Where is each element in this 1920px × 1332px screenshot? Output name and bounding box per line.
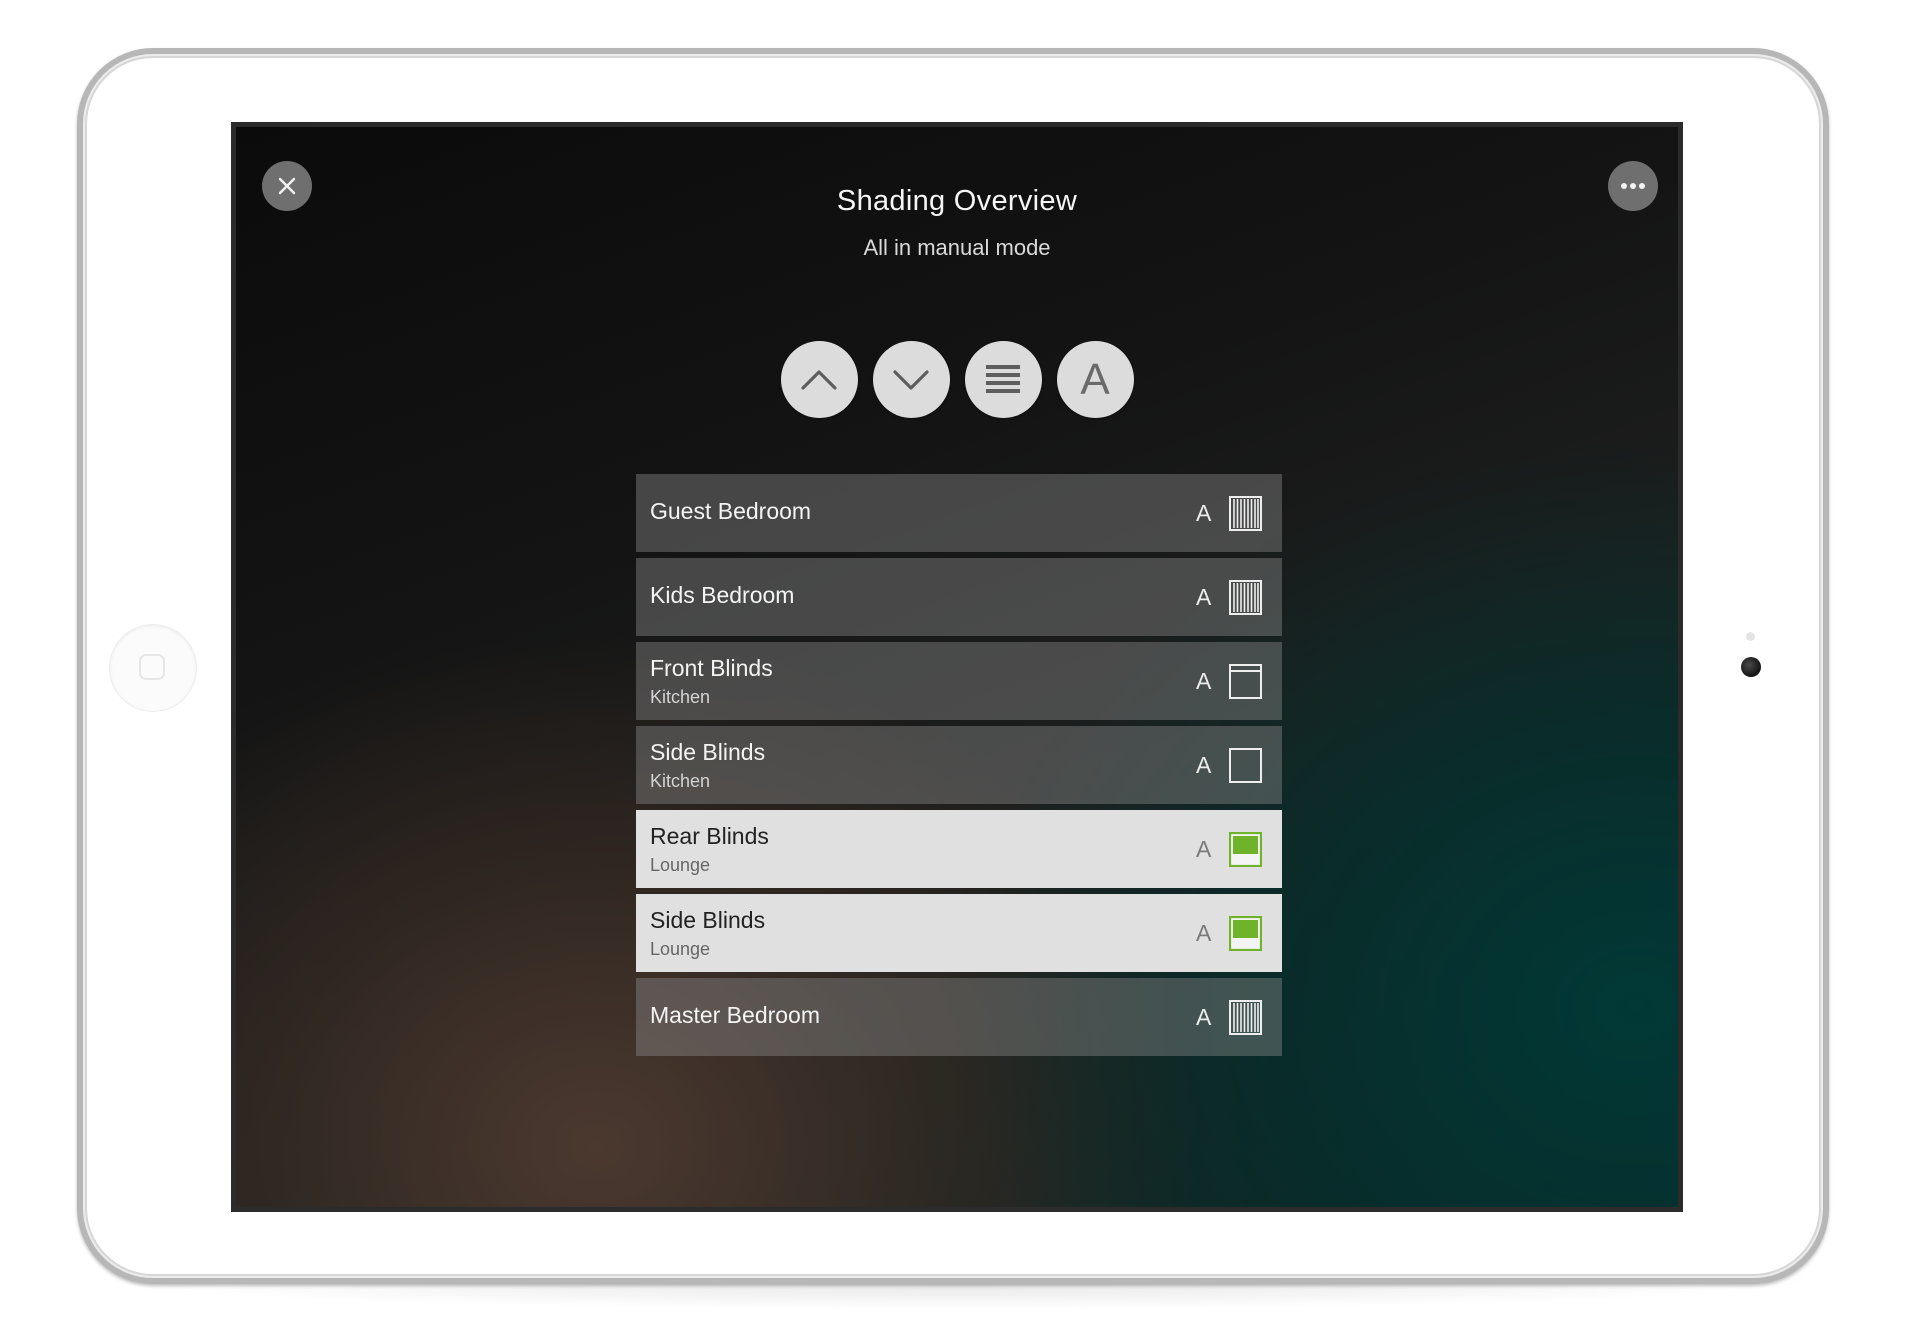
list-item[interactable]: Guest Bedroom A [636, 474, 1282, 552]
list-item[interactable]: Master Bedroom A [636, 978, 1282, 1056]
row-name: Front Blinds [650, 655, 773, 681]
front-sensor [1746, 632, 1755, 641]
all-stop-button[interactable] [964, 341, 1042, 418]
row-mode: A [1196, 920, 1212, 946]
all-down-button[interactable] [872, 341, 950, 418]
app-screen: Shading Overview All in manual mode A Gu… [231, 122, 1683, 1212]
vertical-blinds-closed-icon [1229, 580, 1262, 615]
row-room: Lounge [650, 855, 711, 875]
shade-half-green-icon [1229, 832, 1262, 867]
chevron-down-icon [893, 369, 929, 390]
row-name: Side Blinds [650, 907, 766, 933]
vertical-blinds-closed-icon [1229, 1000, 1262, 1035]
row-mode: A [1196, 668, 1212, 694]
page-subtitle: All in manual mode [863, 235, 1051, 260]
shade-partly-closed-icon [1229, 664, 1262, 699]
home-square-icon [139, 654, 165, 680]
lines-icon [986, 364, 1020, 393]
row-room: Lounge [650, 939, 711, 959]
row-name: Kids Bedroom [650, 582, 795, 608]
shade-half-green-icon [1229, 916, 1262, 951]
all-auto-button[interactable]: A [1056, 341, 1134, 418]
row-name: Rear Blinds [650, 823, 769, 849]
row-name: Guest Bedroom [650, 498, 812, 524]
list-item[interactable]: Side Blinds Lounge A [636, 894, 1282, 972]
vertical-blinds-closed-icon [1229, 496, 1262, 531]
group-controls: A [236, 341, 1678, 418]
stage: Shading Overview All in manual mode A Gu… [0, 0, 1920, 1332]
shade-open-icon [1229, 748, 1262, 783]
row-mode: A [1196, 584, 1212, 610]
auto-icon: A [1080, 354, 1110, 404]
row-room: Kitchen [650, 687, 711, 707]
home-button[interactable] [110, 625, 196, 711]
row-mode: A [1196, 836, 1212, 862]
front-camera [1741, 657, 1761, 677]
list-item[interactable]: Front Blinds Kitchen A [636, 642, 1282, 720]
list-item[interactable]: Rear Blinds Lounge A [636, 810, 1282, 888]
all-up-button[interactable] [780, 341, 858, 418]
page-title: Shading Overview [836, 185, 1078, 217]
list-item[interactable]: Kids Bedroom A [636, 558, 1282, 636]
row-room: Kitchen [650, 771, 711, 791]
row-mode: A [1196, 752, 1212, 778]
chevron-up-icon [801, 369, 837, 390]
row-mode: A [1196, 500, 1212, 526]
shading-list: Guest Bedroom A Kids Bedroom A Front Bli… [636, 474, 1282, 1062]
row-name: Master Bedroom [650, 1002, 821, 1028]
list-item[interactable]: Side Blinds Kitchen A [636, 726, 1282, 804]
row-mode: A [1196, 1004, 1212, 1030]
row-name: Side Blinds [650, 739, 766, 765]
